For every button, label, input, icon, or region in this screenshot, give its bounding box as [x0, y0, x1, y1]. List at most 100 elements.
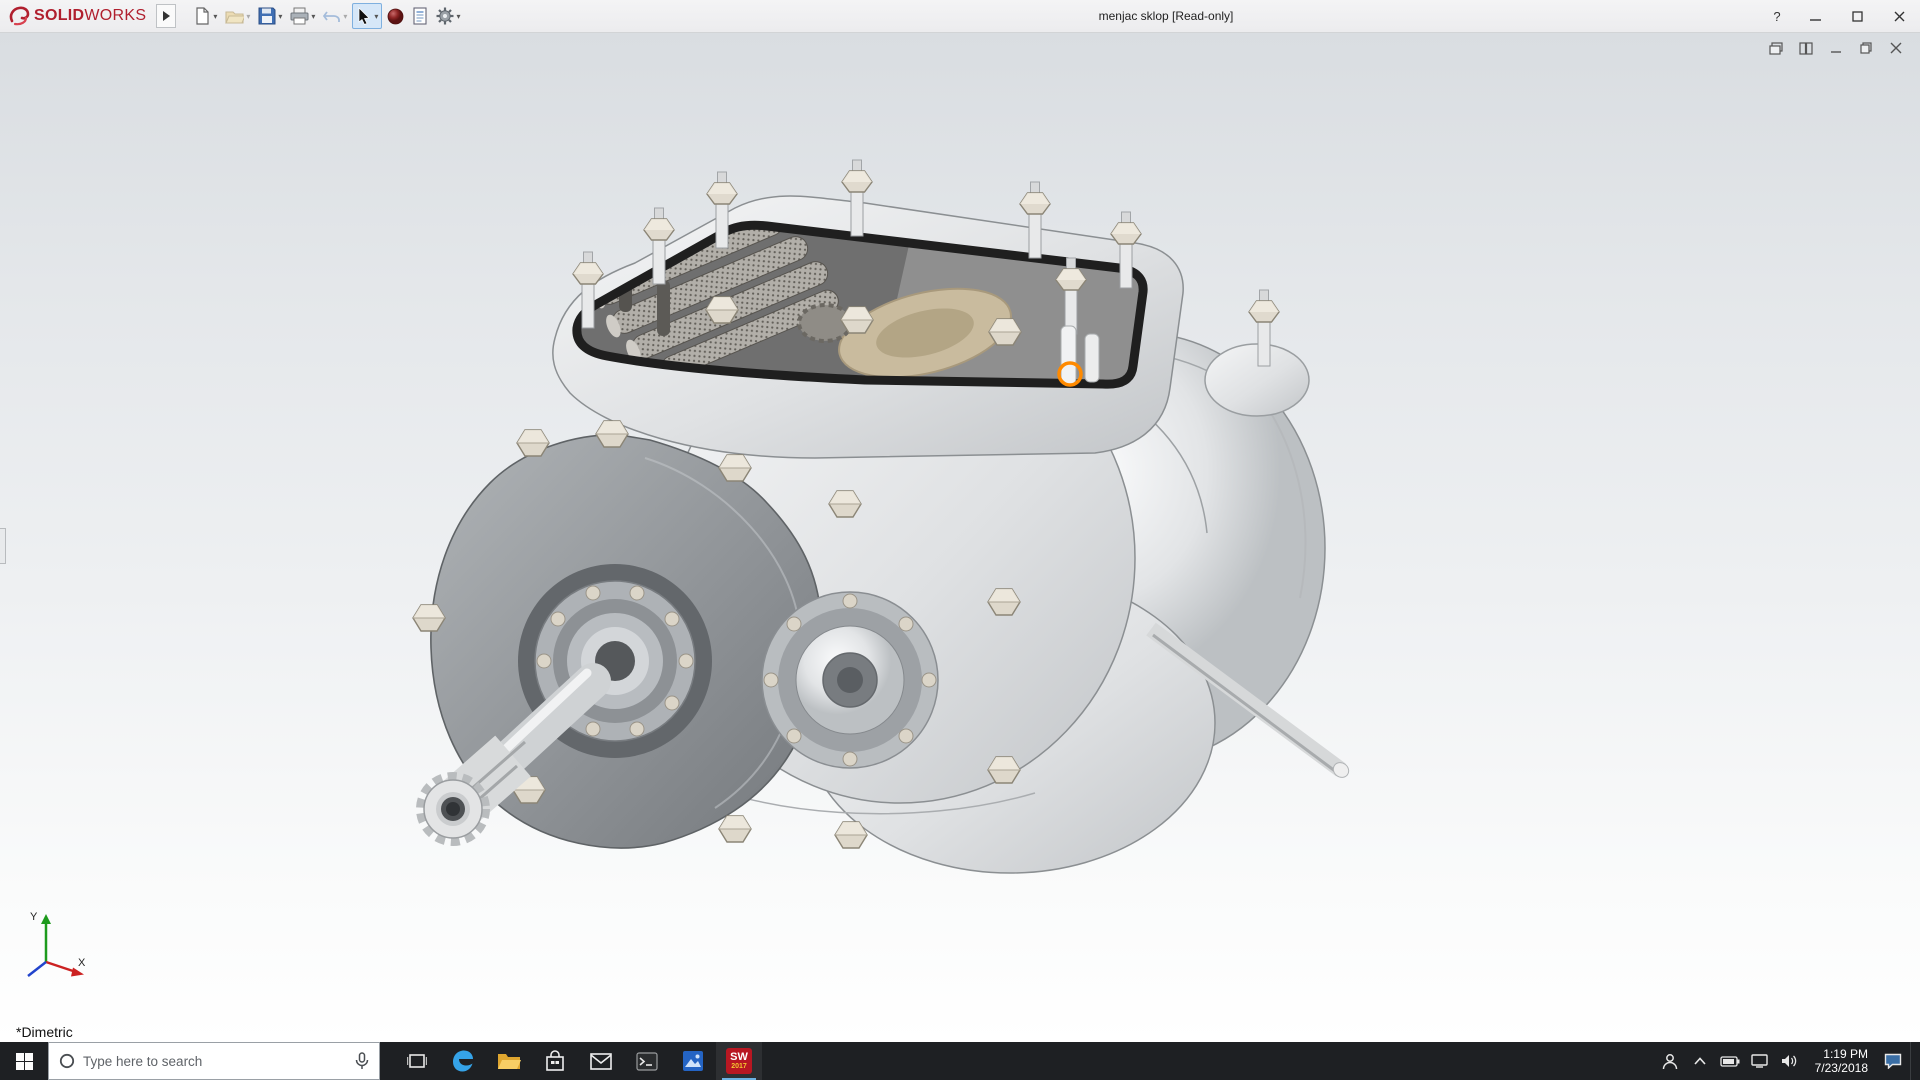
- command-prompt-button[interactable]: [624, 1042, 670, 1080]
- show-desktop-button[interactable]: [1910, 1042, 1916, 1080]
- taskbar-search[interactable]: [48, 1042, 380, 1080]
- store-button[interactable]: [532, 1042, 578, 1080]
- file-properties-icon: [412, 7, 428, 25]
- quick-access-toolbar: ▾ ▾ ▾ ▾ ▾: [190, 3, 463, 29]
- gearbox-model[interactable]: [395, 128, 1405, 918]
- open-document-button[interactable]: ▾: [222, 3, 253, 29]
- titlebar: SOLIDWORKS ▾ ▾ ▾ ▾: [0, 0, 1920, 33]
- triad-y-label: Y: [30, 911, 38, 923]
- taskbar-apps: SW 2017: [394, 1042, 762, 1080]
- network-icon: [1751, 1054, 1768, 1068]
- print-button[interactable]: ▾: [287, 3, 318, 29]
- cover-boss[interactable]: [762, 592, 938, 768]
- options-gear-icon: [436, 7, 454, 25]
- close-icon: [1890, 42, 1902, 54]
- windows-logo-icon: [16, 1053, 33, 1070]
- battery-button[interactable]: [1717, 1042, 1743, 1080]
- graphics-area[interactable]: Y X *Dimetric: [0, 33, 1920, 1042]
- sw-badge-year: 2017: [731, 1063, 747, 1071]
- tray-date: 7/23/2018: [1815, 1061, 1868, 1075]
- maximize-button[interactable]: [1836, 0, 1878, 33]
- document-title: menjac sklop [Read-only]: [1099, 9, 1234, 23]
- file-explorer-icon: [497, 1051, 521, 1071]
- photos-icon: [682, 1050, 704, 1072]
- tile-icon: [1799, 42, 1813, 55]
- rebuild-button[interactable]: [384, 3, 407, 29]
- task-view-icon: [407, 1052, 427, 1070]
- new-document-icon: [193, 7, 211, 25]
- restore-icon: [1860, 42, 1872, 54]
- solidworks-app-icon: SW 2017: [726, 1048, 752, 1074]
- print-icon: [290, 7, 309, 25]
- dropdown-caret-icon[interactable]: ▾: [374, 12, 378, 21]
- solidworks-logo: SOLIDWORKS: [0, 5, 156, 27]
- hidden-icons-button[interactable]: [1687, 1042, 1713, 1080]
- dropdown-caret-icon[interactable]: ▾: [278, 12, 282, 21]
- doc-minimize-button[interactable]: [1826, 39, 1846, 57]
- file-explorer-button[interactable]: [486, 1042, 532, 1080]
- triad-x-label: X: [78, 957, 86, 969]
- search-icon: [59, 1053, 75, 1069]
- ds-swirl-icon: [8, 5, 30, 27]
- task-view-button[interactable]: [394, 1042, 440, 1080]
- select-button[interactable]: ▾: [352, 3, 382, 29]
- window-controls: ?: [1760, 0, 1920, 33]
- command-prompt-icon: [636, 1052, 658, 1071]
- store-icon: [545, 1050, 565, 1072]
- tile-button[interactable]: [1796, 39, 1816, 57]
- help-button[interactable]: ?: [1760, 0, 1794, 33]
- open-document-icon: [225, 7, 244, 25]
- document-window-controls: [1766, 39, 1906, 57]
- dropdown-caret-icon[interactable]: ▾: [456, 12, 460, 21]
- search-input[interactable]: [83, 1054, 347, 1069]
- feature-tree-splitter-handle[interactable]: [0, 528, 6, 564]
- minimize-icon: [1810, 11, 1821, 22]
- photos-button[interactable]: [670, 1042, 716, 1080]
- minimize-icon: [1830, 42, 1842, 54]
- cascade-button[interactable]: [1766, 39, 1786, 57]
- dropdown-caret-icon[interactable]: ▾: [213, 12, 217, 21]
- battery-icon: [1720, 1056, 1740, 1067]
- tray-time: 1:19 PM: [1815, 1047, 1868, 1061]
- volume-icon: [1781, 1054, 1798, 1068]
- save-icon: [258, 7, 276, 25]
- cascade-icon: [1769, 42, 1783, 55]
- undo-icon: [323, 8, 341, 24]
- volume-button[interactable]: [1777, 1042, 1803, 1080]
- people-button[interactable]: [1657, 1042, 1683, 1080]
- play-arrow-icon: [162, 11, 170, 21]
- maximize-icon: [1852, 11, 1863, 22]
- action-center-icon: [1884, 1053, 1902, 1069]
- doc-close-button[interactable]: [1886, 39, 1906, 57]
- action-center-button[interactable]: [1880, 1042, 1906, 1080]
- rebuild-sphere-icon: [387, 8, 404, 25]
- close-icon: [1894, 11, 1905, 22]
- dropdown-caret-icon[interactable]: ▾: [343, 12, 347, 21]
- dropdown-caret-icon[interactable]: ▾: [246, 12, 250, 21]
- start-button[interactable]: [0, 1042, 48, 1080]
- sw-badge-label: SW: [730, 1052, 748, 1063]
- options-button[interactable]: ▾: [433, 3, 463, 29]
- minimize-button[interactable]: [1794, 0, 1836, 33]
- mail-icon: [590, 1053, 612, 1070]
- undo-button[interactable]: ▾: [320, 3, 350, 29]
- tray-clock[interactable]: 1:19 PM 7/23/2018: [1807, 1047, 1876, 1075]
- solidworks-app-button[interactable]: SW 2017: [716, 1042, 762, 1080]
- close-button[interactable]: [1878, 0, 1920, 33]
- network-button[interactable]: [1747, 1042, 1773, 1080]
- people-icon: [1661, 1053, 1679, 1070]
- select-arrow-icon: [356, 7, 372, 25]
- file-properties-button[interactable]: [409, 3, 431, 29]
- edge-icon: [451, 1049, 475, 1073]
- system-tray: 1:19 PM 7/23/2018: [1657, 1042, 1920, 1080]
- microphone-icon[interactable]: [355, 1052, 369, 1070]
- edge-button[interactable]: [440, 1042, 486, 1080]
- save-button[interactable]: ▾: [255, 3, 285, 29]
- new-document-button[interactable]: ▾: [190, 3, 220, 29]
- mail-button[interactable]: [578, 1042, 624, 1080]
- menu-flyout-arrow[interactable]: [156, 4, 176, 28]
- doc-restore-button[interactable]: [1856, 39, 1876, 57]
- view-orientation-label: *Dimetric: [16, 1024, 73, 1040]
- windows-taskbar: SW 2017: [0, 1042, 1920, 1080]
- dropdown-caret-icon[interactable]: ▾: [311, 12, 315, 21]
